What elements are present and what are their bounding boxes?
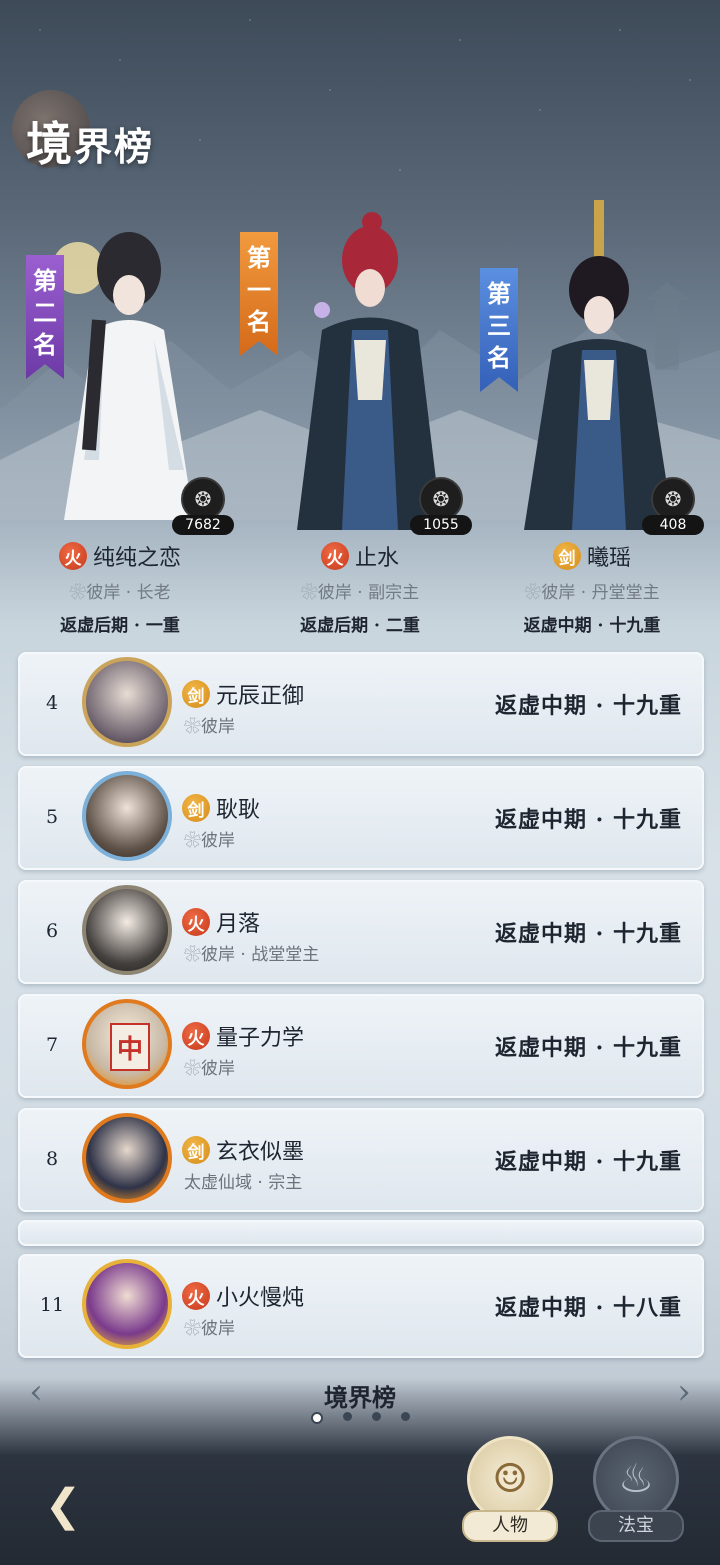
rank-number: 5 (45, 806, 59, 828)
player-sect: 彼岸 (201, 1059, 235, 1079)
player-realm: 返虚中期 · 十九重 (495, 921, 682, 947)
avatar[interactable]: 中 (82, 999, 172, 1089)
page-indicator (300, 1412, 420, 1424)
ranking-row-partial[interactable] (18, 1220, 704, 1246)
sword-element-icon: 剑 (552, 542, 581, 570)
flower-icon: ❀ (69, 583, 87, 603)
rank-number: 7 (45, 1034, 59, 1056)
rank-number: 6 (45, 920, 59, 942)
tab-treasure[interactable]: ♨ 法宝 (588, 1436, 684, 1556)
bottom-bar: ❮ ☺ 人物 ♨ 法宝 (0, 1436, 720, 1565)
player-realm: 返虚中期 · 十九重 (495, 1149, 682, 1175)
podium-info-third[interactable]: 剑曦瑶 ❀彼岸 · 丹堂堂主 返虚中期 · 十九重 (482, 540, 702, 636)
podium-second[interactable]: 第二名 ❂ 7682 (14, 180, 234, 540)
tab-label: 人物 (462, 1510, 558, 1542)
player-sect: 彼岸 · 丹堂堂主 (541, 583, 660, 603)
rank-banner-third: 第三名 (480, 268, 518, 392)
avatar[interactable] (82, 771, 172, 861)
player-sect: 彼岸 · 战堂堂主 (201, 945, 320, 965)
ranking-row[interactable]: 11 火小火慢炖 ❀彼岸 返虚中期 · 十八重 (18, 1254, 704, 1358)
player-sect: 彼岸 · 副宗主 (317, 583, 420, 603)
flower-icon: ❀ (184, 1059, 201, 1079)
fire-element-icon: 火 (320, 542, 349, 570)
score-badge: ❂ 408 (642, 477, 704, 535)
avatar[interactable] (82, 1113, 172, 1203)
ranking-row[interactable]: 4 剑元辰正御 ❀彼岸 返虚中期 · 十九重 (18, 652, 704, 756)
ranking-row[interactable]: 6 火月落 ❀彼岸 · 战堂堂主 返虚中期 · 十九重 (18, 880, 704, 984)
player-name: 玄衣似墨 (216, 1140, 305, 1165)
player-sect: 彼岸 (201, 1319, 235, 1339)
player-sect: 彼岸 (201, 831, 235, 851)
sword-element-icon: 剑 (182, 794, 210, 822)
ranking-row[interactable]: 7 中 火量子力学 ❀彼岸 返虚中期 · 十九重 (18, 994, 704, 1098)
player-name: 曦瑶 (586, 546, 631, 571)
tab-people[interactable]: ☺ 人物 (462, 1436, 558, 1556)
player-realm: 返虚中期 · 十九重 (495, 807, 682, 833)
podium-first[interactable]: 第一名 ❂ 1055 (240, 180, 472, 540)
rank-number: 8 (45, 1148, 59, 1170)
score-badge: ❂ 7682 (172, 477, 234, 535)
avatar[interactable] (82, 885, 172, 975)
player-name: 月落 (216, 912, 261, 937)
player-name: 耿耿 (216, 798, 261, 823)
page-dot-active[interactable] (310, 1412, 323, 1424)
player-realm: 返虚后期 · 一重 (60, 616, 180, 636)
player-name: 止水 (354, 546, 399, 571)
pager: ‹ 境界榜 › (0, 1370, 720, 1430)
player-name: 元辰正御 (216, 684, 305, 709)
podium-third[interactable]: 第三名 ❂ 408 (480, 180, 704, 540)
page-title: 境界榜 (26, 117, 155, 171)
fire-element-icon: 火 (182, 908, 210, 936)
player-realm: 返虚后期 · 二重 (300, 616, 420, 636)
sword-element-icon: 剑 (182, 680, 210, 708)
rank-banner-second: 第二名 (26, 255, 64, 379)
avatar[interactable] (82, 657, 172, 747)
sword-element-icon: 剑 (182, 1136, 210, 1164)
podium-info-second[interactable]: 火纯纯之恋 ❀彼岸 · 长老 返虚后期 · 一重 (10, 540, 230, 636)
player-sect: 太虚仙域 · 宗主 (184, 1173, 303, 1193)
page-dot[interactable] (342, 1412, 352, 1421)
player-name: 量子力学 (216, 1026, 305, 1051)
ranking-row[interactable]: 5 剑耿耿 ❀彼岸 返虚中期 · 十九重 (18, 766, 704, 870)
player-sect: 彼岸 (201, 717, 235, 737)
player-realm: 返虚中期 · 十九重 (523, 616, 661, 636)
podium-info-first[interactable]: 火止水 ❀彼岸 · 副宗主 返虚后期 · 二重 (250, 540, 470, 636)
player-realm: 返虚中期 · 十九重 (495, 693, 682, 719)
player-realm: 返虚中期 · 十九重 (495, 1035, 682, 1061)
fire-element-icon: 火 (182, 1022, 210, 1050)
pager-label: 境界榜 (324, 1383, 396, 1412)
flower-icon: ❀ (524, 583, 542, 603)
flower-icon: ❀ (300, 583, 318, 603)
flower-icon: ❀ (184, 831, 201, 851)
flower-icon: ❀ (184, 717, 201, 737)
rank-number: 4 (45, 692, 59, 714)
player-name: 小火慢炖 (216, 1286, 305, 1311)
score-badge: ❂ 1055 (410, 477, 472, 535)
fire-element-icon: 火 (182, 1282, 210, 1310)
avatar[interactable] (82, 1259, 172, 1349)
flower-icon: ❀ (184, 1319, 201, 1339)
player-sect: 彼岸 · 长老 (86, 583, 171, 603)
tab-label: 法宝 (588, 1510, 684, 1542)
rank-banner-first: 第一名 (240, 232, 278, 356)
ranking-row[interactable]: 8 剑玄衣似墨 太虚仙域 · 宗主 返虚中期 · 十九重 (18, 1108, 704, 1212)
rank-number: 11 (39, 1294, 65, 1316)
next-page-arrow-icon[interactable]: › (664, 1372, 704, 1412)
flower-icon: ❀ (184, 945, 201, 965)
fire-element-icon: 火 (58, 542, 87, 570)
back-arrow-icon[interactable]: ❮ (30, 1478, 96, 1534)
player-name: 纯纯之恋 (92, 546, 181, 571)
player-realm: 返虚中期 · 十八重 (495, 1295, 682, 1321)
page-dot[interactable] (371, 1412, 381, 1421)
avatar-mark: 中 (110, 1023, 150, 1071)
page-dot[interactable] (400, 1412, 410, 1421)
